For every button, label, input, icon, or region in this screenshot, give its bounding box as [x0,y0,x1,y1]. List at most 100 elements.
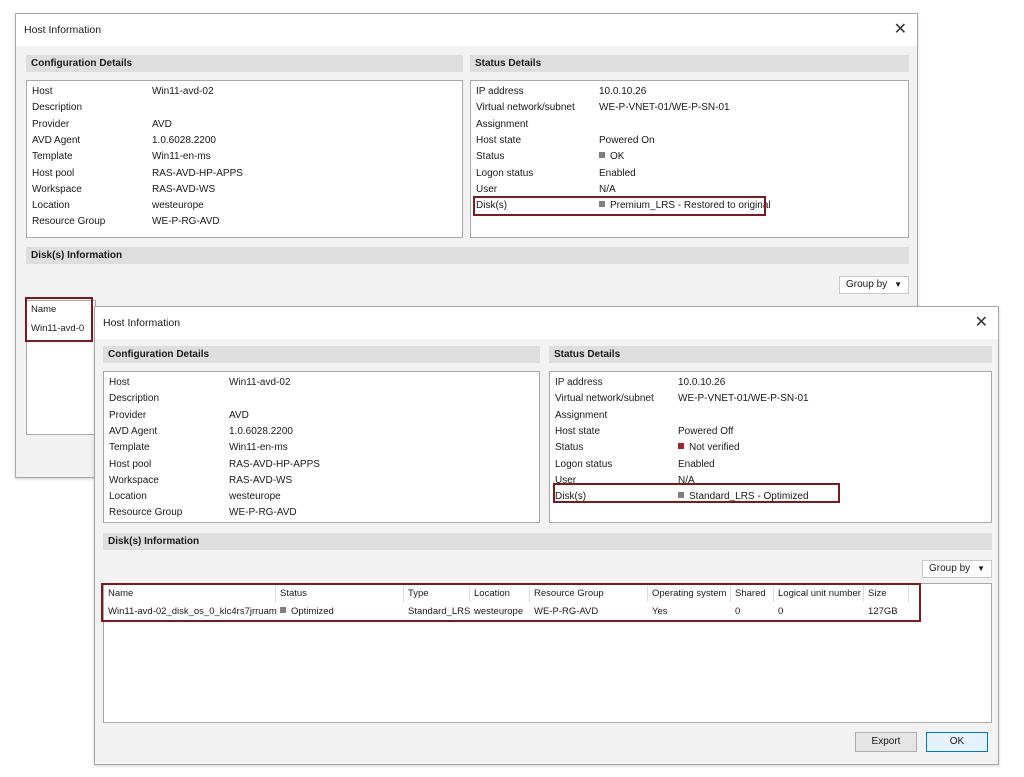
detail-row: Description [27,100,462,116]
group-by-dropdown[interactable]: Group by ▼ [922,560,992,578]
detail-row: AVD Agent 1.0.6028.2200 [104,424,539,440]
status-details-header: Status Details [470,55,909,72]
detail-row: Status OK [471,149,908,165]
configuration-details-header: Configuration Details [103,346,540,363]
detail-row: Logon status Enabled [471,166,908,182]
detail-label: Host state [555,425,601,437]
detail-row: Host Win11-avd-02 [104,375,539,391]
export-button[interactable]: Export [855,732,917,752]
detail-value: Not verified [678,440,740,456]
detail-label: Assignment [476,118,529,130]
detail-label: Host [109,377,130,388]
detail-row: Resource Group WE-P-RG-AVD [27,214,462,230]
detail-row: Provider AVD [104,408,539,424]
detail-row: Workspace RAS-AVD-WS [104,473,539,489]
detail-label: Virtual network/subnet [555,393,654,405]
detail-row: Host pool RAS-AVD-HP-APPS [104,457,539,473]
detail-row: Assignment [471,117,908,133]
detail-row: Workspace RAS-AVD-WS [27,182,462,198]
detail-label: AVD Agent [109,425,158,437]
detail-row: Virtual network/subnet WE-P-VNET-01/WE-P-… [471,100,908,116]
detail-label: Assignment [555,409,608,421]
detail-row: IP address 10.0.10.26 [550,375,991,391]
detail-value: RAS-AVD-WS [229,474,293,486]
detail-value: WE-P-VNET-01/WE-P-SN-01 [678,393,809,405]
detail-row: Resource Group WE-P-RG-AVD [104,505,539,521]
detail-value: Enabled [678,458,715,470]
close-icon[interactable]: ✕ [894,19,907,39]
highlight-box-disks-status [473,196,766,216]
detail-label: Provider [32,118,70,130]
configuration-details-panel: Host Win11-avd-02 Description Provider AVD AV… [103,371,540,523]
dialog-title: Host Information [103,317,181,329]
detail-value: 10.0.10.26 [599,86,647,97]
detail-label: Description [32,102,83,114]
disks-information-header: Disk(s) Information [26,247,909,264]
detail-row: Provider AVD [27,117,462,133]
detail-value: RAS-AVD-WS [152,183,216,195]
detail-value: AVD [152,118,172,130]
detail-label: Logon status [476,167,534,179]
detail-label: Workspace [32,183,82,195]
caret-down-icon: ▼ [977,564,985,573]
detail-value: OK [599,149,624,165]
detail-row: Host pool RAS-AVD-HP-APPS [27,166,462,182]
ok-button[interactable]: OK [926,732,988,752]
detail-label: Resource Group [32,216,106,228]
detail-value: Win11-avd-02 [229,377,291,388]
detail-label: IP address [555,377,603,388]
detail-label: Template [109,442,150,454]
group-by-label: Group by [846,279,888,290]
detail-value: 1.0.6028.2200 [229,425,293,437]
detail-label: Status [476,151,505,163]
detail-value: 1.0.6028.2200 [152,134,216,146]
title-bar: Host Information ✕ [95,307,998,339]
highlight-box-table-name [25,297,93,342]
detail-row: Template Win11-en-ms [104,440,539,456]
detail-value: Win11-en-ms [152,151,211,163]
detail-value: WE-P-RG-AVD [229,507,297,519]
detail-label: Description [109,393,160,405]
detail-row: IP address 10.0.10.26 [471,84,908,100]
detail-value: westeurope [229,491,281,503]
detail-row: Location westeurope [104,489,539,505]
detail-value: RAS-AVD-HP-APPS [152,167,243,179]
status-details-panel: IP address 10.0.10.26 Virtual network/subn… [470,80,909,238]
detail-value: westeurope [152,200,204,212]
detail-label: Template [32,151,73,163]
detail-row: Host state Powered On [471,133,908,149]
detail-label: Logon status [555,458,613,470]
detail-value: Win11-en-ms [229,442,288,454]
group-by-label: Group by [929,563,971,574]
detail-row: Virtual network/subnet WE-P-VNET-01/WE-P-… [550,391,991,407]
title-bar: Host Information ✕ [16,14,917,46]
detail-label: Host pool [109,458,152,470]
detail-row: Host Win11-avd-02 [27,84,462,100]
detail-label: Workspace [109,474,159,486]
detail-row: Description [104,391,539,407]
detail-row: Logon status Enabled [550,457,991,473]
detail-value: Win11-avd-02 [152,86,214,97]
configuration-details-panel: Host Win11-avd-02 Description Provider AVD AV… [26,80,463,238]
detail-label: Status [555,442,584,454]
detail-label: Location [109,491,147,503]
detail-label: Host [32,86,53,97]
status-details-panel: IP address 10.0.10.26 Virtual network/subn… [549,371,992,523]
detail-row: AVD Agent 1.0.6028.2200 [27,133,462,149]
detail-label: Host state [476,134,522,146]
status-square-icon [678,443,684,450]
detail-label: Host pool [32,167,75,179]
detail-value: AVD [229,409,249,421]
close-icon[interactable]: ✕ [975,312,988,332]
detail-row: Location westeurope [27,198,462,214]
detail-value: 10.0.10.26 [678,377,726,388]
detail-row: Assignment [550,408,991,424]
detail-label: IP address [476,86,524,97]
disks-information-header: Disk(s) Information [103,533,992,550]
detail-value: Powered Off [678,425,734,437]
caret-down-icon: ▼ [894,280,902,289]
status-details-header: Status Details [549,346,992,363]
group-by-dropdown[interactable]: Group by ▼ [839,276,909,294]
detail-value: WE-P-RG-AVD [152,216,220,228]
detail-value: WE-P-VNET-01/WE-P-SN-01 [599,102,730,114]
